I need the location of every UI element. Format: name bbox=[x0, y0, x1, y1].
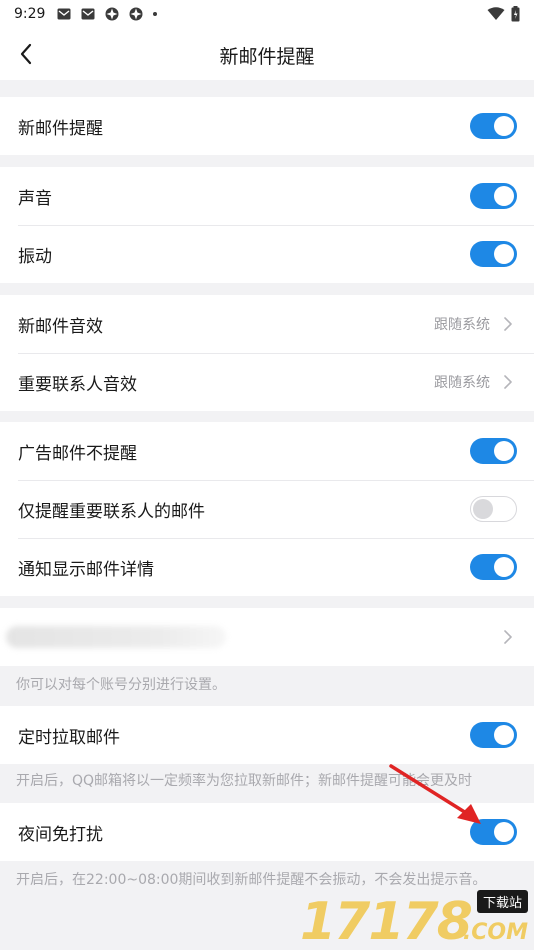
watermark-badge: 下载站 bbox=[476, 890, 528, 913]
group-new-mail: 新邮件提醒 bbox=[0, 97, 534, 155]
watermark-text: 17178 bbox=[300, 892, 473, 950]
watermark-logo: 17178 下载站 .COM bbox=[300, 888, 530, 950]
group-filters: 广告邮件不提醒 仅提醒重要联系人的邮件 通知显示邮件详情 bbox=[0, 422, 534, 596]
toggle-knob bbox=[494, 244, 514, 264]
row-show-details: 通知显示邮件详情 bbox=[0, 538, 534, 596]
toggle-knob bbox=[494, 116, 514, 136]
row-value: 跟随系统 bbox=[434, 375, 490, 391]
row-label: 定时拉取邮件 bbox=[18, 727, 120, 748]
toggle-knob bbox=[473, 499, 493, 519]
chevron-right-icon bbox=[504, 630, 512, 644]
toggle-no-ad-alert[interactable] bbox=[470, 438, 517, 464]
row-sound: 声音 bbox=[0, 167, 534, 225]
row-label: 夜间免打扰 bbox=[18, 824, 103, 845]
mail-icon bbox=[57, 8, 71, 20]
row-label: 重要联系人音效 bbox=[18, 374, 137, 395]
toggle-knob bbox=[494, 557, 514, 577]
row-label: 声音 bbox=[18, 188, 52, 209]
chevron-right-icon bbox=[504, 375, 512, 389]
app-icon bbox=[129, 7, 143, 21]
row-label: 广告邮件不提醒 bbox=[18, 443, 137, 464]
toggle-scheduled-fetch[interactable] bbox=[470, 722, 517, 748]
chevron-right-icon bbox=[504, 317, 512, 331]
watermark-domain: .COM bbox=[462, 920, 528, 945]
row-account[interactable] bbox=[0, 608, 534, 666]
toggle-show-details[interactable] bbox=[470, 554, 517, 580]
account-hint: 你可以对每个账号分别进行设置。 bbox=[16, 677, 226, 693]
toggle-sound[interactable] bbox=[470, 183, 517, 209]
row-new-mail-alert: 新邮件提醒 bbox=[0, 97, 534, 155]
row-label: 新邮件提醒 bbox=[18, 118, 103, 139]
app-icon bbox=[105, 7, 119, 21]
row-vip-sound[interactable]: 重要联系人音效 跟随系统 bbox=[0, 353, 534, 411]
nav-bar: 新邮件提醒 bbox=[0, 28, 534, 80]
toggle-only-vip[interactable] bbox=[470, 496, 517, 522]
status-time: 9:29 bbox=[14, 6, 46, 22]
blurred-account-name bbox=[6, 626, 226, 648]
annotation-arrow bbox=[389, 764, 481, 824]
row-no-ad-alert: 广告邮件不提醒 bbox=[0, 422, 534, 480]
row-new-mail-sound[interactable]: 新邮件音效 跟随系统 bbox=[0, 295, 534, 353]
row-label: 仅提醒重要联系人的邮件 bbox=[18, 501, 205, 522]
toggle-new-mail-alert[interactable] bbox=[470, 113, 517, 139]
group-account bbox=[0, 608, 534, 666]
toggle-knob bbox=[494, 186, 514, 206]
row-scheduled-fetch: 定时拉取邮件 bbox=[0, 706, 534, 764]
status-bar: 9:29 bbox=[0, 0, 534, 28]
toggle-knob bbox=[494, 725, 514, 745]
group-sound-effects: 新邮件音效 跟随系统 重要联系人音效 跟随系统 bbox=[0, 295, 534, 411]
row-vibrate: 振动 bbox=[0, 225, 534, 283]
notification-dot-icon bbox=[153, 12, 158, 16]
row-label: 振动 bbox=[18, 246, 52, 267]
toggle-knob bbox=[494, 441, 514, 461]
mail-icon bbox=[81, 8, 95, 20]
row-label: 通知显示邮件详情 bbox=[18, 559, 154, 580]
toggle-vibrate[interactable] bbox=[470, 241, 517, 267]
wifi-icon bbox=[487, 7, 505, 20]
battery-icon bbox=[511, 6, 520, 22]
page-title: 新邮件提醒 bbox=[219, 46, 315, 68]
row-only-vip: 仅提醒重要联系人的邮件 bbox=[0, 480, 534, 538]
group-sound-vibrate: 声音 振动 bbox=[0, 167, 534, 283]
row-value: 跟随系统 bbox=[434, 317, 490, 333]
row-label: 新邮件音效 bbox=[18, 316, 103, 337]
toggle-knob bbox=[494, 822, 514, 842]
group-scheduled-fetch: 定时拉取邮件 bbox=[0, 706, 534, 764]
